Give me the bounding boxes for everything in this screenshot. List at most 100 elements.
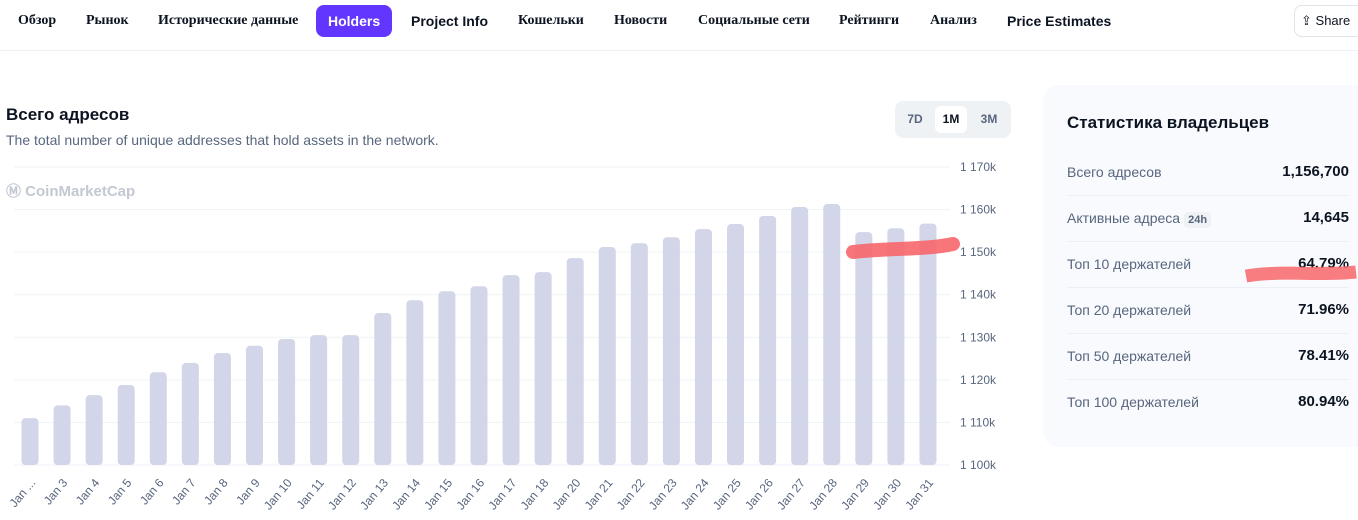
stat-label: Активные адреса 24h: [1067, 210, 1212, 228]
x-tick-label: Jan 31: [902, 476, 936, 513]
bar[interactable]: [149, 372, 167, 465]
bar[interactable]: [438, 291, 456, 465]
total-addresses-chart: 1 170k 1 160k 1 150k 1 140k 1 130k 1 120k 1 11…: [7, 160, 997, 513]
x-tick-label: Jan 15: [421, 476, 455, 513]
bar[interactable]: [374, 313, 392, 465]
stats-title: Статистика владельцев: [1067, 113, 1270, 132]
bar[interactable]: [181, 362, 199, 465]
bar[interactable]: [759, 215, 777, 465]
x-tick-label: Jan 4: [73, 476, 103, 508]
x-tick-label: Jan 20: [550, 476, 584, 513]
stat-value: 64.79%: [1298, 255, 1349, 272]
x-tick-label: Jan 24: [678, 476, 712, 513]
bar[interactable]: [21, 418, 39, 465]
bar[interactable]: [727, 224, 745, 465]
tab-9[interactable]: Анализ: [918, 5, 989, 37]
tab-4[interactable]: Project Info: [399, 5, 500, 37]
bar[interactable]: [470, 286, 488, 465]
bar[interactable]: [823, 204, 841, 465]
tab-10[interactable]: Price Estimates: [995, 5, 1123, 37]
x-tick-label: Jan 9: [233, 476, 263, 508]
tab-1[interactable]: Рынок: [74, 5, 141, 37]
bar[interactable]: [117, 384, 135, 465]
y-tick-label: 1 140k: [960, 288, 997, 302]
bar[interactable]: [245, 345, 263, 465]
bar[interactable]: [566, 258, 584, 465]
period-badge: 24h: [1184, 212, 1212, 228]
x-tick-label: Jan 12: [325, 476, 359, 513]
y-tick-label: 1 150k: [960, 245, 997, 259]
range-7d[interactable]: 7D: [899, 106, 931, 133]
y-tick-label: 1 110k: [960, 415, 996, 429]
x-tick-label: Jan 7: [169, 476, 199, 508]
stat-label: Топ 10 держателей: [1067, 256, 1192, 272]
stat-row: Топ 20 держателей 71.96%: [1067, 287, 1349, 334]
range-1m[interactable]: 1M: [935, 106, 967, 133]
bar[interactable]: [53, 405, 71, 465]
x-tick-label: Jan 10: [261, 476, 295, 513]
stat-label: Топ 100 держателей: [1067, 394, 1199, 410]
stat-value: 80.94%: [1298, 393, 1349, 410]
x-tick-label: Jan 26: [742, 476, 776, 513]
stat-label: Всего адресов: [1067, 164, 1162, 180]
tab-3[interactable]: Holders: [316, 5, 393, 37]
tab-0[interactable]: Обзор: [6, 5, 68, 37]
bar[interactable]: [502, 275, 520, 465]
range-3m[interactable]: 3M: [973, 106, 1005, 133]
bar[interactable]: [887, 228, 905, 465]
x-tick-label: Jan 28: [806, 476, 840, 513]
tab-8[interactable]: Рейтинги: [827, 5, 911, 37]
x-tick-label: Jan 29: [838, 476, 872, 513]
y-tick-label: 1 100k: [960, 458, 997, 472]
bar[interactable]: [85, 395, 103, 465]
x-tick-label: Jan 21: [582, 476, 616, 513]
x-tick-label: Jan 11: [294, 476, 328, 512]
x-tick-label: Jan 25: [710, 476, 744, 513]
stat-label: Топ 50 держателей: [1067, 348, 1192, 364]
x-tick-label: Jan 16: [453, 476, 487, 513]
y-tick-label: 1 160k: [960, 203, 997, 217]
bar[interactable]: [919, 223, 937, 465]
x-tick-label: Jan 22: [614, 476, 648, 513]
chart-subtitle: The total number of unique addresses tha…: [6, 132, 439, 148]
stat-value: 71.96%: [1298, 301, 1349, 318]
bar[interactable]: [278, 338, 296, 465]
stat-value: 78.41%: [1298, 347, 1349, 364]
x-tick-label: Jan 6: [137, 476, 167, 508]
bar[interactable]: [342, 335, 360, 465]
stat-value: 1,156,700: [1282, 163, 1349, 180]
bar[interactable]: [662, 237, 680, 465]
stat-value: 14,645: [1303, 209, 1349, 226]
stat-row: Топ 100 держателей 80.94%: [1067, 379, 1349, 425]
bar[interactable]: [406, 300, 424, 465]
bar[interactable]: [855, 232, 873, 465]
x-tick-label: Jan 23: [646, 476, 680, 513]
share-label: Share: [1315, 13, 1351, 28]
bar[interactable]: [534, 272, 552, 465]
tab-7[interactable]: Социальные сети: [686, 5, 822, 37]
x-tick-label: Jan 18: [518, 476, 552, 513]
bar[interactable]: [694, 229, 712, 465]
stat-label: Топ 20 держателей: [1067, 302, 1192, 318]
bar[interactable]: [213, 353, 231, 465]
bar[interactable]: [791, 207, 809, 465]
share-button[interactable]: ⇪ Share: [1294, 5, 1358, 37]
y-tick-label: 1 170k: [960, 160, 997, 174]
x-tick-label: Jan 5: [105, 476, 135, 508]
x-tick-label: Jan 30: [870, 476, 904, 513]
x-tick-label: Jan 14: [389, 476, 423, 513]
stat-row: Всего адресов 1,156,700: [1067, 149, 1349, 196]
tab-2[interactable]: Исторические данные: [146, 5, 310, 37]
chart-title: Всего адресов: [6, 105, 130, 124]
tab-6[interactable]: Новости: [602, 5, 679, 37]
y-tick-label: 1 120k: [960, 373, 997, 387]
bar[interactable]: [598, 247, 616, 465]
bar[interactable]: [310, 335, 328, 465]
x-tick-label: Jan 8: [201, 476, 231, 508]
holder-stats-panel: Статистика владельцев Всего адресов 1,156…: [1043, 85, 1358, 447]
tab-5[interactable]: Кошельки: [506, 5, 596, 37]
y-tick-label: 1 130k: [960, 330, 997, 344]
x-tick-label: Jan 17: [485, 476, 519, 513]
x-tick-label: Jan 13: [357, 476, 391, 513]
bar[interactable]: [630, 243, 648, 465]
